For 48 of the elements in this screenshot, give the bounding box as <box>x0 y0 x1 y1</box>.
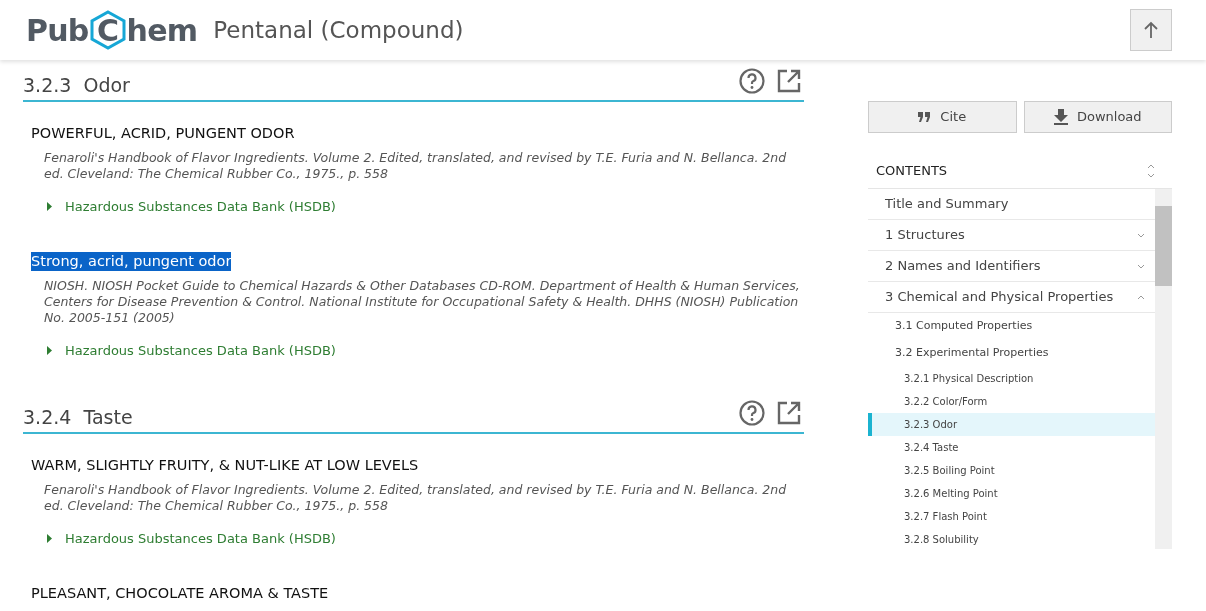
contents-item[interactable]: 3.2.4 Taste <box>868 436 1155 459</box>
contents-item[interactable]: 1 Structures <box>868 220 1155 251</box>
contents-item[interactable]: 3.2.6 Melting Point <box>868 482 1155 505</box>
contents-item[interactable]: 3.2.3 Odor <box>868 413 1155 436</box>
source-link[interactable]: Hazardous Substances Data Bank (HSDB) <box>65 529 336 549</box>
source-link[interactable]: Hazardous Substances Data Bank (HSDB) <box>65 340 336 360</box>
contents-item[interactable]: 3.2.7 Flash Point <box>868 505 1155 528</box>
cite-button[interactable]: Cite <box>868 101 1017 133</box>
logo-hexagon-letter: C <box>89 10 126 50</box>
chevron-down-icon <box>1137 263 1145 269</box>
expand-triangle-icon[interactable] <box>47 534 52 544</box>
contents-item[interactable]: 3 Chemical and Physical Properties <box>868 282 1155 313</box>
page-title: Pentanal (Compound) <box>213 15 464 45</box>
section-heading: 3.2.3 Odor <box>23 72 130 98</box>
source-link[interactable]: Hazardous Substances Data Bank (HSDB) <box>65 197 336 217</box>
scroll-top-button[interactable] <box>1130 9 1172 51</box>
contents-item[interactable]: 2 Names and Identifiers <box>868 251 1155 282</box>
value-text: Strong, acrid, pungent odor <box>31 251 232 271</box>
external-link-icon[interactable] <box>776 400 802 426</box>
chevron-up-icon <box>1137 294 1145 300</box>
help-icon[interactable] <box>739 68 765 94</box>
chevron-down-icon <box>1137 232 1145 238</box>
up-arrow-icon <box>1143 21 1159 39</box>
contents-item[interactable]: 3.2.8 Solubility <box>868 528 1155 551</box>
contents-item[interactable]: 3.2.5 Boiling Point <box>868 459 1155 482</box>
contents-item[interactable]: Title and Summary <box>868 189 1155 220</box>
logo-text: hem <box>126 11 198 50</box>
value-text: PLEASANT, CHOCOLATE AROMA & TASTE <box>31 583 329 603</box>
expand-triangle-icon[interactable] <box>47 345 52 355</box>
external-link-icon[interactable] <box>776 68 802 94</box>
contents-heading: CONTENTS <box>876 161 948 180</box>
contents-item[interactable]: 3.2.1 Physical Description <box>868 367 1155 390</box>
scrollbar[interactable] <box>1155 189 1172 549</box>
contents-item[interactable]: 3.2.2 Color/Form <box>868 390 1155 413</box>
expand-triangle-icon[interactable] <box>47 202 52 212</box>
quote-icon <box>918 112 932 122</box>
download-icon <box>1053 109 1068 125</box>
citation-text: Fenaroli's Handbook of Flavor Ingredients. Volume 2. Edited, translated, and revised by T.E. Furia and N. Bellanca. 2nd ed. Cleveland: The Chemical Rubber Co., 1975., p. 558 <box>44 482 788 514</box>
contents-item[interactable]: 3.1 Computed Properties <box>868 313 1155 340</box>
value-text: POWERFUL, ACRID, PUNGENT ODOR <box>31 124 295 143</box>
citation-text: NIOSH. NIOSH Pocket Guide to Chemical Hazards & Other Databases CD-ROM. Department of Health & Human Services, Centers for Disease Prevention & Control. National Institute for Occupational Safety & Health. DHHS (NIOSH) Publication No. 2005-151 (2005) <box>44 277 801 326</box>
help-icon[interactable] <box>739 400 765 426</box>
citation-text: Fenaroli's Handbook of Flavor Ingredients. Volume 2. Edited, translated, and revised by T.E. Furia and N. Bellanca. 2nd ed. Cleveland: The Chemical Rubber Co., 1975., p. 558 <box>44 150 788 182</box>
logo-text: Pub <box>26 11 89 50</box>
contents-item[interactable]: 3.2 Experimental Properties <box>868 340 1155 367</box>
value-text: WARM, SLIGHTLY FRUITY, & NUT-LIKE AT LOW LEVELS <box>31 456 419 475</box>
download-button[interactable]: Download <box>1023 101 1172 133</box>
section-heading: 3.2.4 Taste <box>23 404 133 430</box>
